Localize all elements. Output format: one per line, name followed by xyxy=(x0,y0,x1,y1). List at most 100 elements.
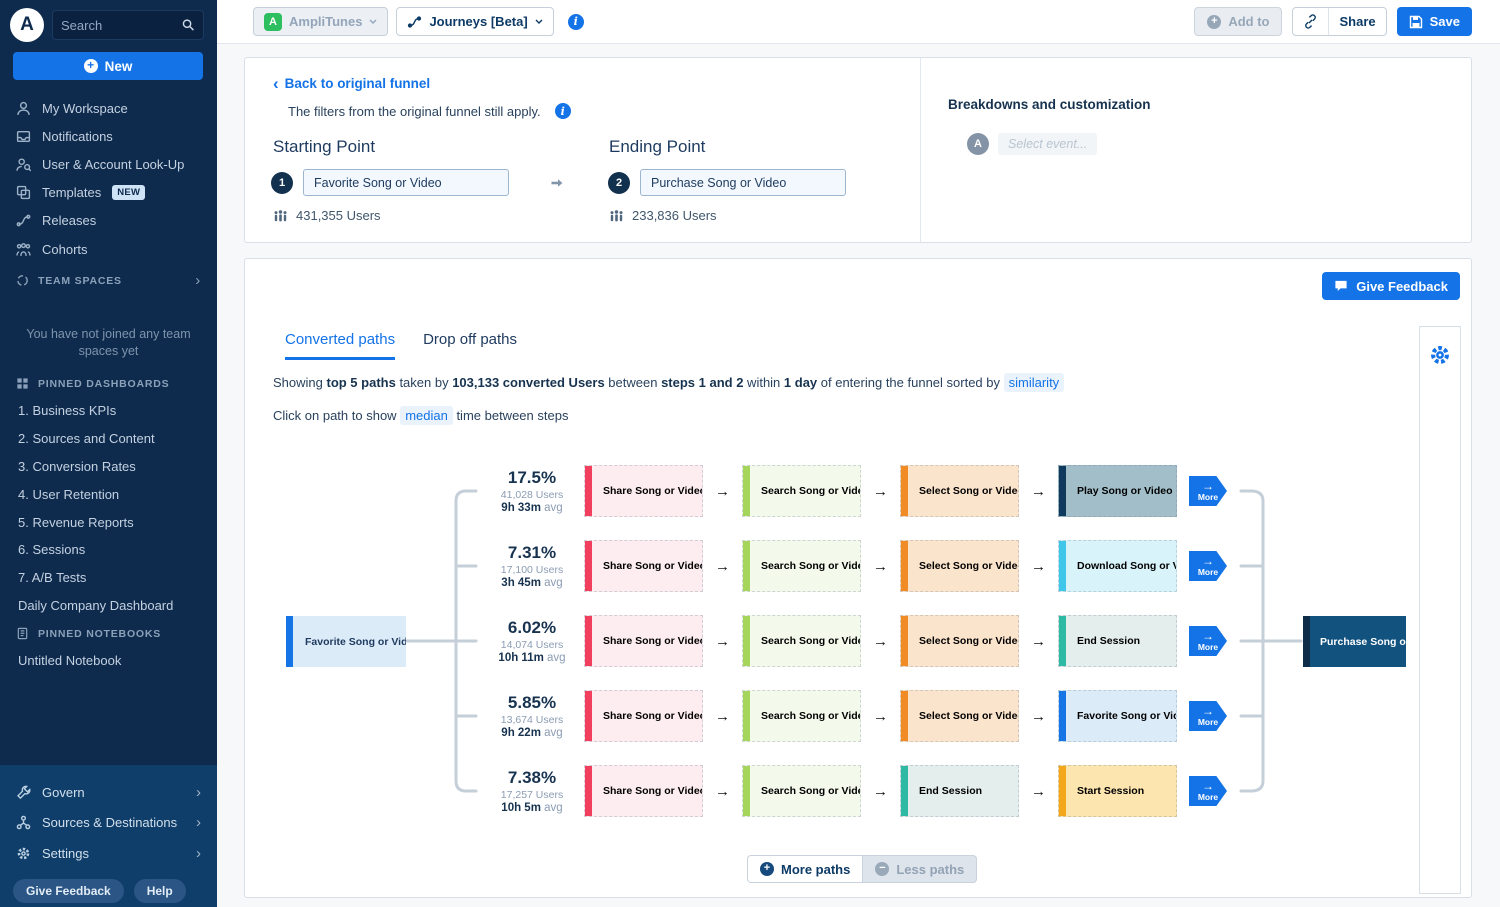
path-row[interactable]: 7.31% 17,100 Users 3h 45m avg Share Song… xyxy=(480,540,1227,592)
dashboard-link[interactable]: 4. User Retention xyxy=(0,480,217,508)
dashboard-link[interactable]: 2. Sources and Content xyxy=(0,425,217,453)
path-event-box[interactable]: Favorite Song or Video xyxy=(1058,690,1177,742)
path-event-box[interactable]: Share Song or Video xyxy=(584,690,703,742)
sidebar: A + New My WorkspaceNotificationsUser & … xyxy=(0,0,217,907)
path-event-box[interactable]: Search Song or Video xyxy=(742,765,861,817)
gear-icon[interactable] xyxy=(1429,344,1451,366)
path-percentage: 7.38% xyxy=(480,768,584,788)
more-button[interactable]: →More xyxy=(1189,626,1227,656)
view-selector[interactable]: Journeys [Beta] xyxy=(396,7,553,36)
path-event-label: Search Song or Video xyxy=(750,635,861,647)
path-event-box[interactable]: Download Song or Video xyxy=(1058,540,1177,592)
project-selector[interactable]: A AmpliTunes xyxy=(253,7,388,36)
path-percentage: 5.85% xyxy=(480,693,584,713)
path-row[interactable]: 6.02% 14,074 Users 10h 11m avg Share Son… xyxy=(480,615,1227,667)
dashboard-link[interactable]: 3. Conversion Rates xyxy=(0,453,217,481)
path-event-label: Play Song or Video xyxy=(1066,485,1173,497)
path-event-label: Share Song or Video xyxy=(592,785,703,797)
path-event-label: Select Song or Video xyxy=(908,560,1019,572)
dashboard-link[interactable]: 1. Business KPIs xyxy=(0,397,217,425)
sidebar-item-govern[interactable]: Govern› xyxy=(0,777,217,808)
path-event-box[interactable]: End Session xyxy=(1058,615,1177,667)
sidebar-item-settings[interactable]: Settings› xyxy=(0,838,217,869)
plus-circle-icon: + xyxy=(760,862,774,876)
user-search-icon xyxy=(16,157,31,172)
save-icon xyxy=(1409,15,1423,29)
share-button[interactable]: Share xyxy=(1328,8,1385,35)
path-avg-time: 10h 5m avg xyxy=(480,802,584,814)
more-paths-button[interactable]: + More paths xyxy=(747,855,863,883)
path-event-box[interactable]: Share Song or Video xyxy=(584,465,703,517)
path-event-box[interactable]: Select Song or Video xyxy=(900,615,1019,667)
path-event-box[interactable]: Share Song or Video xyxy=(584,615,703,667)
path-row[interactable]: 5.85% 13,674 Users 9h 22m avg Share Song… xyxy=(480,690,1227,742)
sidebar-item-templates[interactable]: TemplatesNEW xyxy=(0,179,217,207)
save-button[interactable]: Save xyxy=(1397,7,1472,36)
path-event-label: Share Song or Video xyxy=(592,635,703,647)
path-row[interactable]: 17.5% 41,028 Users 9h 33m avg Share Song… xyxy=(480,465,1227,517)
path-event-box[interactable]: Search Song or Video xyxy=(742,615,861,667)
path-event-box[interactable]: Share Song or Video xyxy=(584,765,703,817)
path-event-box[interactable]: Search Song or Video xyxy=(742,690,861,742)
chevron-right-icon[interactable]: › xyxy=(195,272,201,289)
journeys-paths-card: Give Feedback Converted paths Drop off p… xyxy=(244,258,1472,898)
path-row[interactable]: 7.38% 17,257 Users 10h 5m avg Share Song… xyxy=(480,765,1227,817)
more-button[interactable]: →More xyxy=(1189,776,1227,806)
arrow-icon: → xyxy=(861,633,900,650)
funnel-summary-card: ‹ Back to original funnel The filters fr… xyxy=(244,57,1472,243)
info-icon[interactable]: i xyxy=(555,103,571,119)
users-icon xyxy=(609,209,624,223)
more-button[interactable]: →More xyxy=(1189,701,1227,731)
breakdowns-title: Breakdowns and customization xyxy=(948,97,1151,112)
team-spaces-header[interactable]: TEAM SPACES › xyxy=(0,265,217,296)
back-to-funnel-link[interactable]: ‹ Back to original funnel xyxy=(273,76,430,91)
path-event-box[interactable]: Select Song or Video xyxy=(900,690,1019,742)
event-color-bar xyxy=(901,691,908,741)
path-event-box[interactable]: Search Song or Video xyxy=(742,465,861,517)
help-button[interactable]: Help xyxy=(134,879,186,903)
give-feedback-button[interactable]: Give Feedback xyxy=(13,879,124,903)
dashboard-link[interactable]: 6. Sessions xyxy=(0,536,217,564)
more-button[interactable]: →More xyxy=(1189,476,1227,506)
path-event-box[interactable]: Start Session xyxy=(1058,765,1177,817)
dashboard-link[interactable]: 7. A/B Tests xyxy=(0,564,217,592)
step-2-badge: 2 xyxy=(608,172,630,194)
sidebar-item-my-workspace[interactable]: My Workspace xyxy=(0,94,217,122)
starting-event-input[interactable] xyxy=(303,169,509,196)
arrow-icon: → xyxy=(703,783,742,800)
path-event-box[interactable]: End Session xyxy=(900,765,1019,817)
search-box[interactable] xyxy=(52,10,204,40)
divider xyxy=(920,58,921,242)
search-input[interactable] xyxy=(61,18,182,33)
less-paths-button[interactable]: − Less paths xyxy=(863,855,977,883)
sidebar-item-sources-destinations[interactable]: Sources & Destinations› xyxy=(0,808,217,839)
arrow-icon: → xyxy=(1202,555,1214,567)
path-event-box[interactable]: Select Song or Video xyxy=(900,540,1019,592)
path-event-box[interactable]: Search Song or Video xyxy=(742,540,861,592)
path-avg-time: 9h 22m avg xyxy=(480,727,584,739)
event-color-bar xyxy=(901,766,908,816)
new-badge: NEW xyxy=(112,185,145,200)
more-button[interactable]: →More xyxy=(1189,551,1227,581)
path-event-box[interactable]: Play Song or Video xyxy=(1058,465,1177,517)
select-event-input[interactable]: Select event... xyxy=(998,133,1097,155)
dashboard-link[interactable]: 5. Revenue Reports xyxy=(0,508,217,536)
sidebar-item-releases[interactable]: Releases xyxy=(0,207,217,235)
copy-link-button[interactable] xyxy=(1293,8,1328,35)
path-stats: 7.38% 17,257 Users 10h 5m avg xyxy=(480,768,584,814)
dashboards-icon xyxy=(16,377,29,390)
path-event-box[interactable]: Share Song or Video xyxy=(584,540,703,592)
dashboard-link[interactable]: Daily Company Dashboard xyxy=(0,591,217,619)
sidebar-item-cohorts[interactable]: Cohorts xyxy=(0,235,217,263)
ending-event-input[interactable] xyxy=(640,169,846,196)
sidebar-item-user-account-look-up[interactable]: User & Account Look-Up xyxy=(0,150,217,178)
event-color-bar xyxy=(585,466,592,516)
sidebar-item-notifications[interactable]: Notifications xyxy=(0,122,217,150)
path-event-box[interactable]: Select Song or Video xyxy=(900,465,1019,517)
add-to-button[interactable]: + Add to xyxy=(1194,7,1282,36)
amplitude-logo[interactable]: A xyxy=(10,8,44,42)
info-icon[interactable]: i xyxy=(568,14,584,30)
notebook-link[interactable]: Untitled Notebook xyxy=(0,647,217,675)
new-button[interactable]: + New xyxy=(13,52,203,80)
event-color-bar xyxy=(1059,691,1066,741)
